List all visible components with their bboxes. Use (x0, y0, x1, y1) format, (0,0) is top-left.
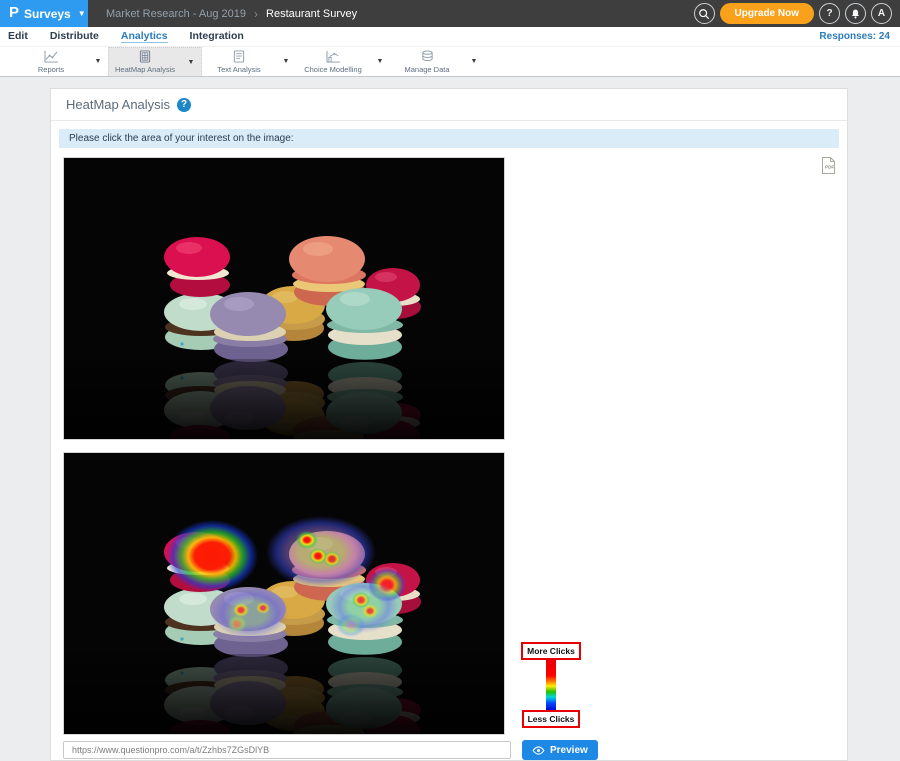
toolbar-item-reports[interactable]: Reports (14, 47, 88, 76)
legend-gradient-bar (546, 659, 556, 711)
page-title: HeatMap Analysis (66, 97, 170, 112)
survey-nav-tabs: Edit Distribute Analytics Integration (0, 30, 244, 43)
heatmap-grid-icon (139, 50, 151, 63)
choice-modelling-dropdown-caret-icon[interactable]: ▼ (370, 47, 390, 76)
tab-edit[interactable]: Edit (8, 30, 28, 43)
toolbar-item-label: Choice Modelling (304, 65, 362, 74)
tab-distribute[interactable]: Distribute (50, 30, 99, 43)
tab-analytics[interactable]: Analytics (121, 30, 168, 43)
survey-nav: Edit Distribute Analytics Integration Re… (0, 27, 900, 46)
eye-icon (532, 746, 545, 755)
toolbar-item-label: HeatMap Analysis (115, 65, 175, 74)
toolbar-item-heatmap-analysis[interactable]: HeatMap Analysis (109, 48, 181, 76)
export-pdf-button[interactable]: PDF (820, 156, 837, 175)
heatmap-dropdown-caret-icon[interactable]: ▼ (181, 48, 201, 76)
avatar[interactable]: A (871, 3, 892, 24)
toolbar-unit-text-analysis: Text Analysis ▼ (202, 47, 296, 76)
help-circle-icon[interactable]: ? (177, 98, 191, 112)
panel-header: HeatMap Analysis ? (51, 89, 847, 121)
search-button[interactable] (694, 3, 715, 24)
text-document-icon (233, 50, 245, 63)
instruction-text: Please click the area of your interest o… (69, 133, 294, 144)
share-url-input[interactable] (63, 741, 511, 759)
help-button[interactable]: ? (819, 3, 840, 24)
choice-chart-icon (326, 50, 341, 63)
pdf-icon: PDF (820, 156, 837, 175)
toolbar-item-label: Reports (38, 65, 64, 74)
macaron-photo-heatmap (64, 453, 504, 734)
toolbar-item-label: Manage Data (404, 65, 449, 74)
heatmap-legend: More Clicks Less Clicks (521, 642, 581, 728)
topbar: P Surveys ▼ Market Research - Aug 2019 ›… (0, 0, 900, 27)
legend-less-clicks: Less Clicks (522, 710, 581, 728)
responses-count[interactable]: Responses: 24 (819, 31, 900, 42)
breadcrumb-current: Restaurant Survey (266, 8, 357, 20)
breadcrumb-separator-icon: › (254, 7, 258, 21)
toolbar-item-label: Text Analysis (217, 65, 260, 74)
toolbar-item-text-analysis[interactable]: Text Analysis (202, 47, 276, 76)
toolbar-unit-choice-modelling: Choice Modelling ▼ (296, 47, 390, 76)
surveys-menu[interactable]: P Surveys ▼ (0, 0, 88, 27)
bell-icon (850, 8, 861, 20)
survey-image-heatmap[interactable] (63, 452, 505, 735)
chevron-down-icon: ▼ (78, 9, 86, 18)
text-analysis-dropdown-caret-icon[interactable]: ▼ (276, 47, 296, 76)
toolbar-unit-reports: Reports ▼ (14, 47, 108, 76)
toolbar-item-choice-modelling[interactable]: Choice Modelling (296, 47, 370, 76)
tab-integration[interactable]: Integration (190, 30, 244, 43)
notifications-button[interactable] (845, 3, 866, 24)
manage-data-dropdown-caret-icon[interactable]: ▼ (464, 47, 484, 76)
legend-more-clicks: More Clicks (521, 642, 581, 660)
svg-text:PDF: PDF (825, 165, 834, 170)
breadcrumb: Market Research - Aug 2019 › Restaurant … (106, 7, 357, 21)
upgrade-now-button[interactable]: Upgrade Now (720, 3, 814, 24)
macaron-photo (64, 158, 504, 439)
instruction-banner: Please click the area of your interest o… (59, 129, 839, 148)
analytics-toolbar: Reports ▼ HeatMap Analysis ▼ Text Analys… (0, 46, 900, 77)
surveys-menu-label: Surveys (24, 7, 71, 21)
toolbar-unit-heatmap: HeatMap Analysis ▼ (108, 47, 202, 76)
preview-button[interactable]: Preview (522, 740, 598, 760)
preview-button-label: Preview (550, 745, 588, 756)
reports-dropdown-caret-icon[interactable]: ▼ (88, 47, 108, 76)
database-icon (421, 50, 434, 63)
breadcrumb-parent[interactable]: Market Research - Aug 2019 (106, 8, 246, 20)
questionpro-logo-icon: P (9, 0, 19, 26)
topbar-actions: Upgrade Now ? A (694, 3, 900, 24)
survey-image[interactable] (63, 157, 505, 440)
toolbar-unit-manage-data: Manage Data ▼ (390, 47, 484, 76)
toolbar-item-manage-data[interactable]: Manage Data (390, 47, 464, 76)
heatmap-panel: HeatMap Analysis ? Please click the area… (50, 88, 848, 761)
search-icon (698, 8, 710, 20)
line-chart-icon (44, 50, 59, 63)
